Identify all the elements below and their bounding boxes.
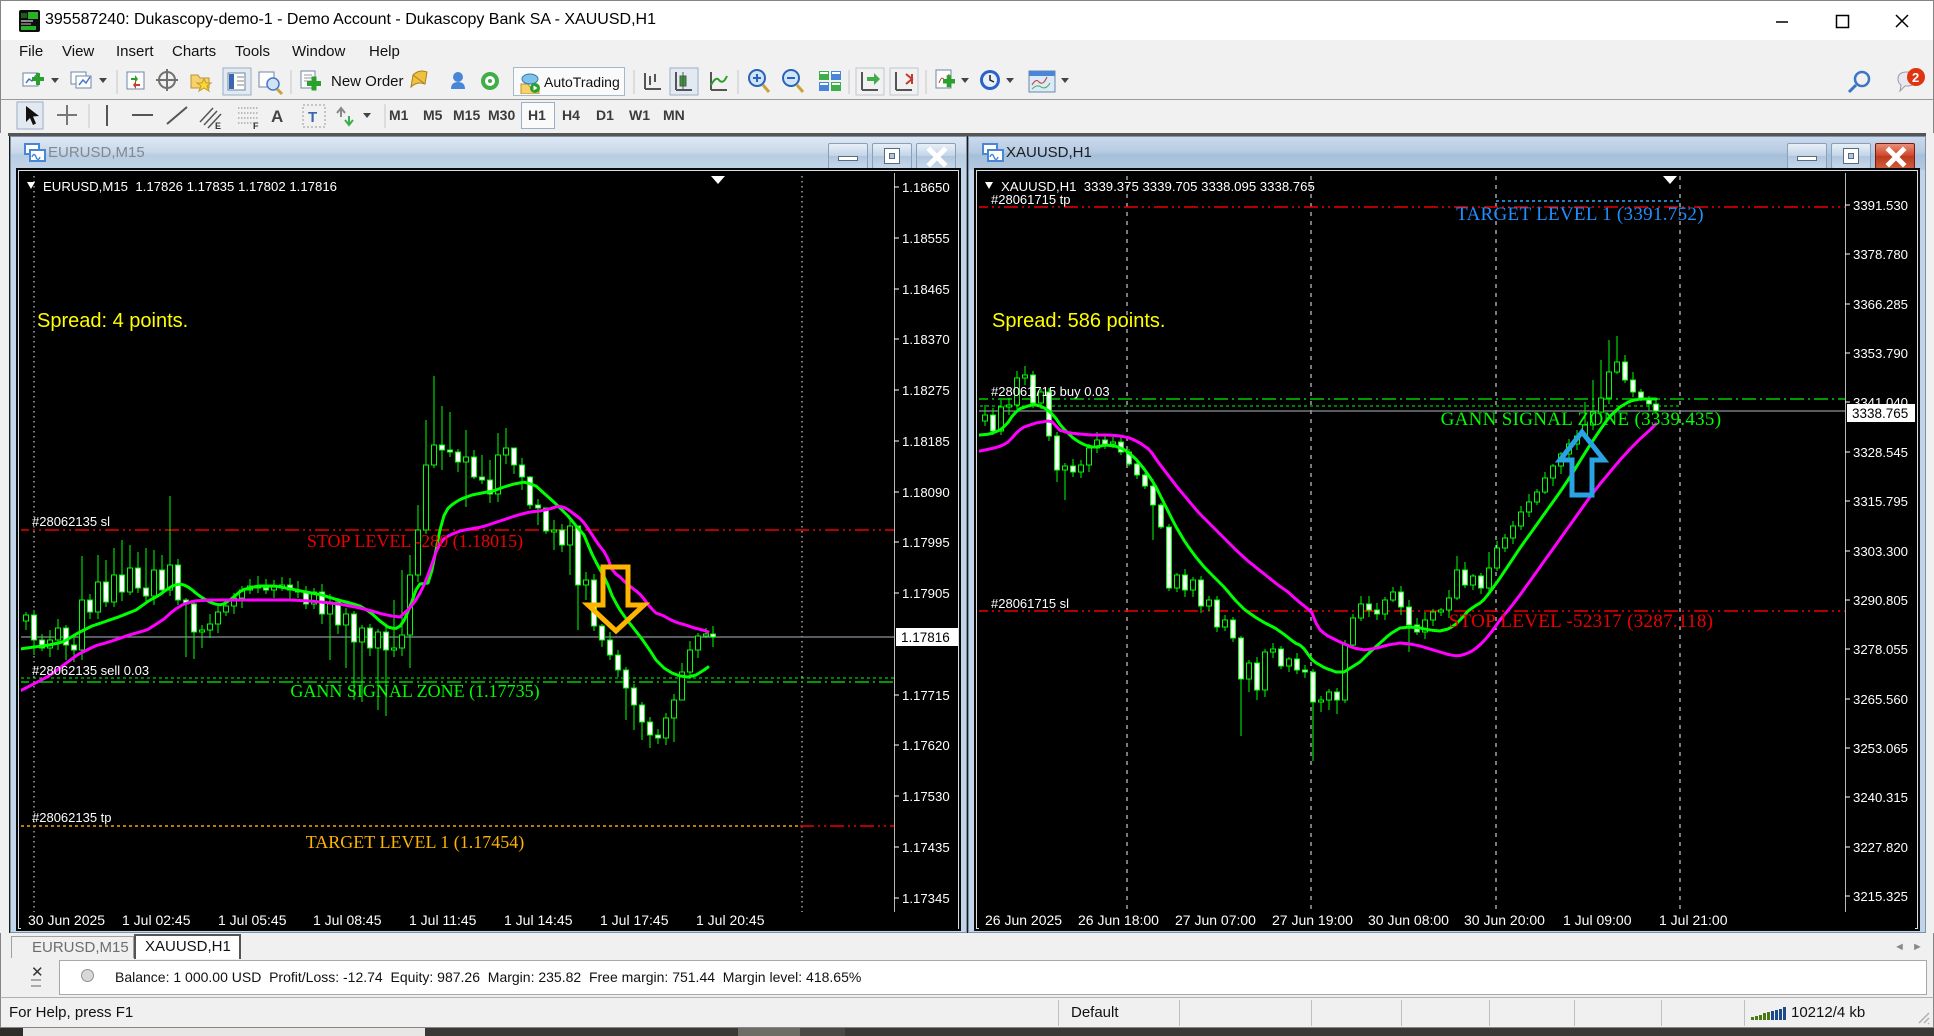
svg-text:1.17995: 1.17995 (902, 535, 950, 550)
svg-text:1 Jul 21:00: 1 Jul 21:00 (1659, 912, 1728, 928)
svg-text:27 Jun 19:00: 27 Jun 19:00 (1272, 912, 1353, 928)
svg-text:1.17435: 1.17435 (902, 840, 950, 855)
svg-text:1 Jul 08:45: 1 Jul 08:45 (313, 912, 382, 928)
svg-text:GANN SIGNAL ZONE (3339.435): GANN SIGNAL ZONE (3339.435) (1441, 409, 1722, 430)
svg-text:1.18090: 1.18090 (902, 485, 950, 500)
svg-text:1.18650: 1.18650 (902, 180, 950, 195)
svg-text:1.17816: 1.17816 (901, 630, 950, 645)
svg-text:2: 2 (1912, 70, 1919, 85)
svg-text:3240.315: 3240.315 (1853, 790, 1908, 805)
svg-text:1.17530: 1.17530 (902, 789, 950, 804)
svg-text:1.18555: 1.18555 (902, 231, 950, 246)
svg-text:XAUUSD,H1 3339.375 3339.705 3: XAUUSD,H1 3339.375 3339.705 3338.095 333… (1001, 179, 1315, 194)
svg-text:30 Jun 2025: 30 Jun 2025 (28, 912, 105, 928)
svg-text:1.18275: 1.18275 (902, 383, 950, 398)
svg-text:3253.065: 3253.065 (1853, 741, 1908, 756)
svg-text:1 Jul 02:45: 1 Jul 02:45 (122, 912, 191, 928)
svg-text:3227.820: 3227.820 (1853, 840, 1908, 855)
svg-text:3278.055: 3278.055 (1853, 642, 1908, 657)
svg-text:3215.325: 3215.325 (1853, 889, 1908, 904)
svg-text:30 Jun 08:00: 30 Jun 08:00 (1368, 912, 1449, 928)
svg-text:E: E (215, 121, 221, 131)
svg-text:3378.780: 3378.780 (1853, 247, 1908, 262)
svg-text:1 Jul 20:45: 1 Jul 20:45 (696, 912, 765, 928)
svg-text:3315.795: 3315.795 (1853, 494, 1908, 509)
svg-text:3391.530: 3391.530 (1853, 198, 1908, 213)
svg-text:27 Jun 07:00: 27 Jun 07:00 (1175, 912, 1256, 928)
svg-text:1 Jul 11:45: 1 Jul 11:45 (409, 912, 477, 928)
svg-text:26 Jun 18:00: 26 Jun 18:00 (1078, 912, 1159, 928)
svg-text:#28062135 sl: #28062135 sl (32, 514, 110, 529)
svg-text:1 Jul 14:45: 1 Jul 14:45 (504, 912, 573, 928)
svg-text:1.18370: 1.18370 (902, 332, 950, 347)
svg-text:1.17345: 1.17345 (902, 891, 950, 906)
svg-text:30 Jun 20:00: 30 Jun 20:00 (1464, 912, 1545, 928)
svg-text:3366.285: 3366.285 (1853, 297, 1908, 312)
svg-text:26 Jun 2025: 26 Jun 2025 (985, 912, 1062, 928)
svg-text:#28061715 sl: #28061715 sl (991, 596, 1069, 611)
svg-text:3328.545: 3328.545 (1853, 445, 1908, 460)
svg-text:1.18465: 1.18465 (902, 282, 950, 297)
svg-text:1 Jul 17:45: 1 Jul 17:45 (600, 912, 669, 928)
svg-text:1.17620: 1.17620 (902, 738, 950, 753)
svg-text:F: F (253, 121, 259, 131)
svg-text:1.17715: 1.17715 (902, 688, 950, 703)
svg-text:3303.300: 3303.300 (1853, 544, 1908, 559)
svg-text:Spread: 4 points.: Spread: 4 points. (37, 310, 188, 332)
svg-text:1 Jul 09:00: 1 Jul 09:00 (1563, 912, 1632, 928)
svg-text:Spread: 586 points.: Spread: 586 points. (992, 310, 1165, 332)
svg-text:EURUSD,M15 1.17826 1.17835 1.: EURUSD,M15 1.17826 1.17835 1.17802 1.178… (43, 179, 337, 194)
svg-text:3265.560: 3265.560 (1853, 692, 1908, 707)
svg-text:STOP LEVEL -52317 (3287.118): STOP LEVEL -52317 (3287.118) (1449, 611, 1714, 632)
svg-text:3353.790: 3353.790 (1853, 346, 1908, 361)
svg-text:#28062135 tp: #28062135 tp (32, 810, 112, 825)
svg-text:3290.805: 3290.805 (1853, 593, 1908, 608)
svg-text:3338.765: 3338.765 (1852, 406, 1908, 421)
svg-text:STOP LEVEL -280 (1.18015): STOP LEVEL -280 (1.18015) (307, 531, 523, 552)
svg-text:#28061715 tp: #28061715 tp (991, 192, 1071, 207)
svg-text:T: T (308, 109, 317, 126)
svg-text:GANN SIGNAL ZONE (1.17735): GANN SIGNAL ZONE (1.17735) (290, 681, 539, 702)
svg-text:1.18185: 1.18185 (902, 434, 950, 449)
svg-text:#28062135 sell 0.03: #28062135 sell 0.03 (32, 663, 149, 678)
svg-text:1 Jul 05:45: 1 Jul 05:45 (218, 912, 287, 928)
svg-text:A: A (271, 107, 283, 126)
svg-text:1.17905: 1.17905 (902, 586, 950, 601)
svg-text:TARGET LEVEL 1 (1.17454): TARGET LEVEL 1 (1.17454) (306, 832, 525, 853)
svg-text:TARGET LEVEL 1 (3391.752): TARGET LEVEL 1 (3391.752) (1456, 204, 1704, 225)
svg-text:#28061715 buy 0.03: #28061715 buy 0.03 (991, 384, 1110, 399)
